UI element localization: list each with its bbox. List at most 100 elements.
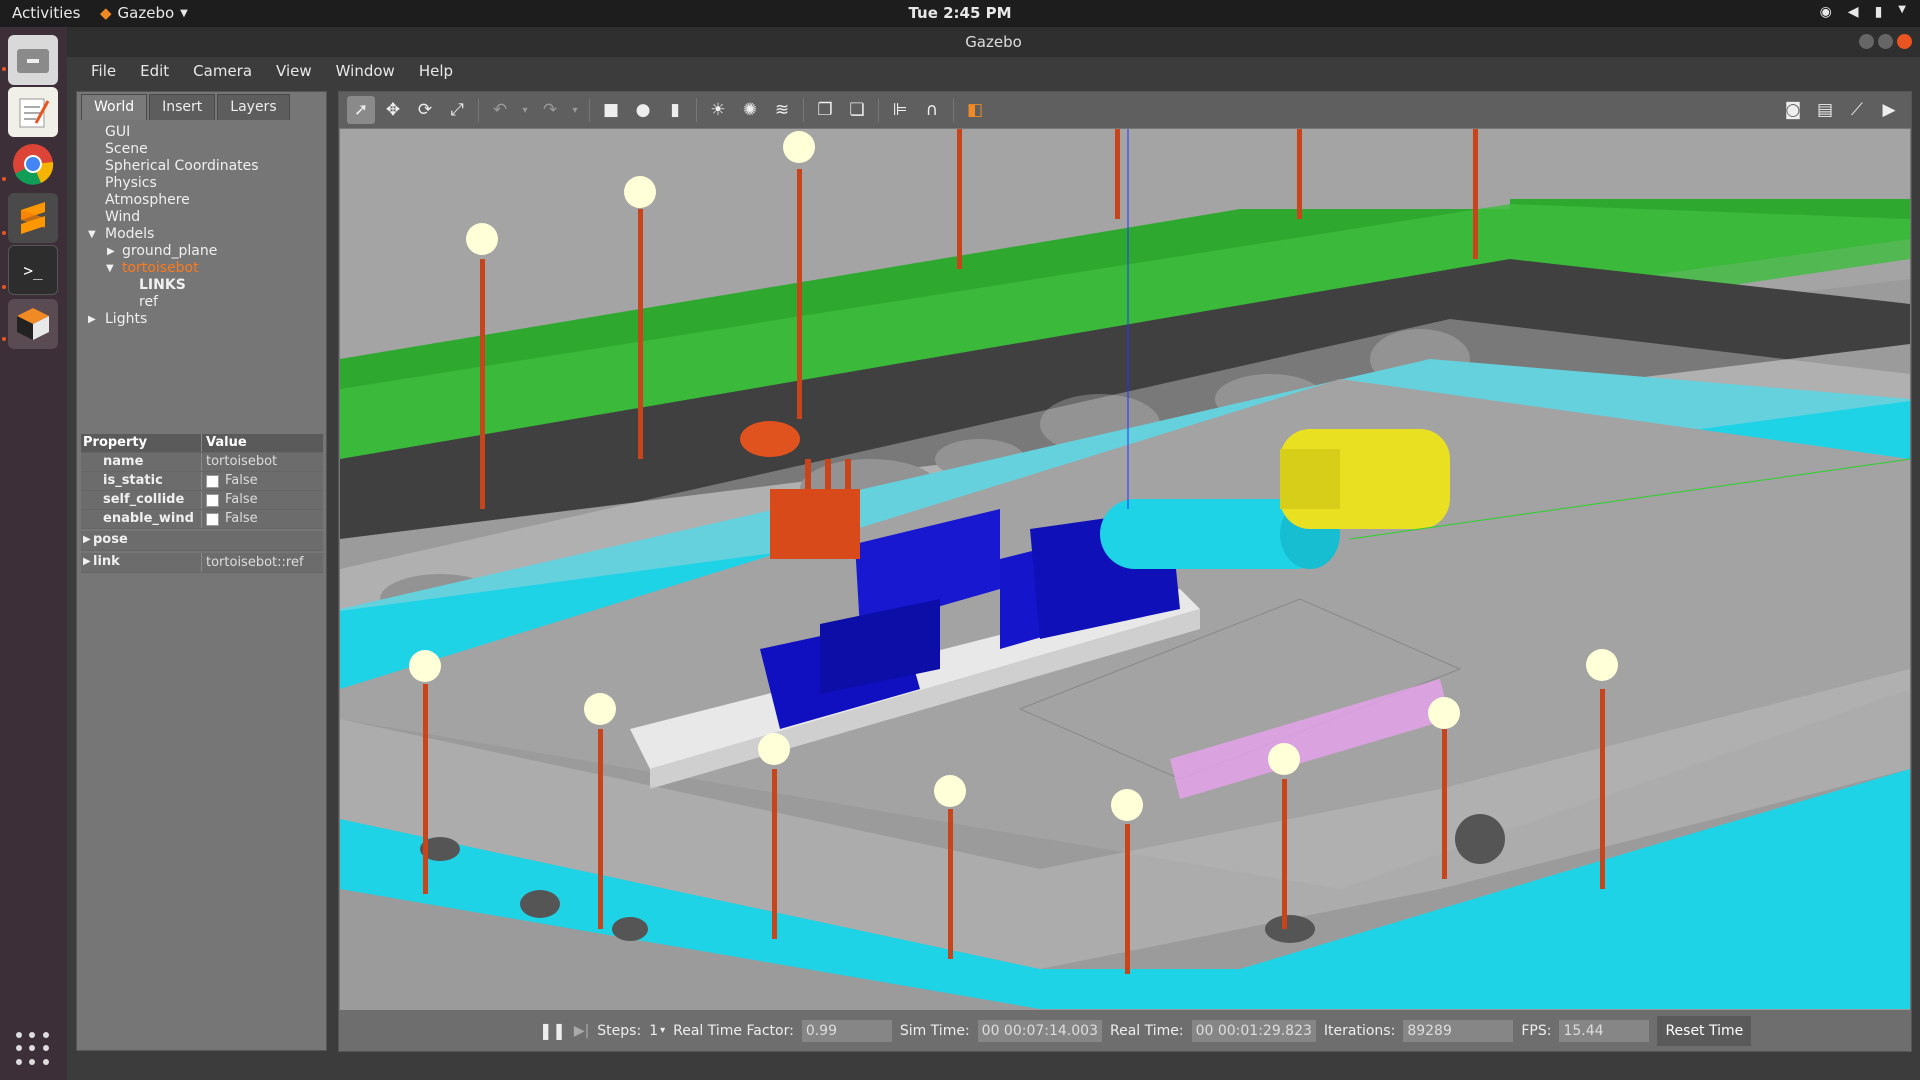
- expand-down-icon[interactable]: ▼: [106, 260, 114, 277]
- real-time-value: 00 00:01:29.823: [1191, 1019, 1316, 1042]
- translate-mode-icon[interactable]: ✥: [379, 96, 407, 124]
- undo-history-chevron-icon[interactable]: ▾: [518, 96, 532, 124]
- clock[interactable]: Tue 2:45 PM: [0, 4, 1920, 22]
- enable-wind-checkbox[interactable]: [206, 512, 219, 526]
- sublime-app-icon[interactable]: [8, 193, 58, 243]
- tree-item-ref[interactable]: ref: [77, 294, 326, 311]
- drawer-icon: [17, 49, 49, 73]
- tree-item-ground-plane[interactable]: ▶ ground_plane: [77, 243, 326, 260]
- tree-item-lights[interactable]: ▶ Lights: [77, 311, 326, 328]
- property-table: Property Value name tortoisebot is_stati…: [81, 434, 323, 573]
- terminal-app-icon[interactable]: >_: [8, 245, 58, 295]
- rtf-label: Real Time Factor:: [673, 1022, 794, 1039]
- tree-item-atmosphere[interactable]: Atmosphere: [77, 192, 326, 209]
- chevron-down-icon[interactable]: ▾: [660, 1025, 665, 1036]
- menu-help[interactable]: Help: [407, 62, 465, 80]
- snap-icon[interactable]: ∩: [918, 96, 946, 124]
- menu-window[interactable]: Window: [324, 62, 407, 80]
- screenshot-camera-icon[interactable]: ◙: [1779, 96, 1807, 124]
- tab-layers[interactable]: Layers: [217, 94, 290, 120]
- property-group-pose[interactable]: ▶ pose: [81, 531, 323, 551]
- toolbar-divider: [696, 98, 697, 122]
- copy-icon[interactable]: ❐: [811, 96, 839, 124]
- self-collide-checkbox[interactable]: [206, 493, 219, 507]
- expand-down-icon[interactable]: ▼: [88, 226, 96, 243]
- chrome-app-icon[interactable]: [8, 139, 58, 189]
- expand-right-icon[interactable]: ▶: [88, 311, 96, 328]
- volume-icon: ◀: [1847, 4, 1859, 20]
- log-record-icon[interactable]: ▤: [1811, 96, 1839, 124]
- property-row-enable-wind: enable_wind False: [81, 510, 323, 529]
- system-tray[interactable]: ◉ ◀ ▮ ▼: [1820, 4, 1906, 20]
- gazebo-window: Gazebo File Edit Camera View Window Help…: [67, 27, 1920, 1080]
- tree-item-gui[interactable]: GUI: [77, 124, 326, 141]
- expand-right-icon: ▶: [83, 534, 91, 545]
- sphere-shape-icon[interactable]: ●: [629, 96, 657, 124]
- expand-right-icon[interactable]: ▶: [107, 243, 115, 260]
- pose-label: pose: [93, 532, 128, 547]
- tab-world[interactable]: World: [81, 94, 148, 120]
- gazebo-app-icon[interactable]: [8, 299, 58, 349]
- menu-bar: File Edit Camera View Window Help: [67, 57, 1920, 85]
- menu-camera[interactable]: Camera: [181, 62, 264, 80]
- maximize-button[interactable]: [1878, 34, 1893, 49]
- tree-item-physics[interactable]: Physics: [77, 175, 326, 192]
- property-column-header: Property: [81, 434, 202, 452]
- tree-item-wind[interactable]: Wind: [77, 209, 326, 226]
- tree-item-models[interactable]: ▼ Models: [77, 226, 326, 243]
- rotate-mode-icon[interactable]: ⟳: [411, 96, 439, 124]
- toolbar-divider: [953, 98, 954, 122]
- files-app-icon[interactable]: [8, 35, 58, 85]
- tree-item-tortoisebot[interactable]: ▼ tortoisebot: [77, 260, 326, 277]
- show-applications-button[interactable]: [16, 1032, 50, 1066]
- yellow-caravan: [1280, 429, 1450, 529]
- gazebo-icon: [17, 308, 49, 340]
- tree-item-ground-plane-label: ground_plane: [122, 243, 218, 259]
- link-group-label: ▶ link: [81, 553, 202, 572]
- close-button[interactable]: [1897, 34, 1912, 49]
- sim-time-value: 00 00:07:14.003: [977, 1019, 1102, 1042]
- align-icon[interactable]: ⊫: [886, 96, 914, 124]
- view-angle-icon[interactable]: ◧: [961, 96, 989, 124]
- redo-icon[interactable]: ↷: [536, 96, 564, 124]
- menu-file[interactable]: File: [79, 62, 128, 80]
- spot-light-icon[interactable]: ✺: [736, 96, 764, 124]
- menu-edit[interactable]: Edit: [128, 62, 181, 80]
- sim-status-bar: ❚❚ ▶| Steps: 1 ▾ Real Time Factor: 0.99 …: [339, 1010, 1911, 1051]
- pose-group-label: ▶ pose: [81, 531, 202, 550]
- tab-insert[interactable]: Insert: [149, 94, 216, 120]
- scale-mode-icon[interactable]: ⤢: [443, 96, 471, 124]
- tree-item-links[interactable]: LINKS: [77, 277, 326, 294]
- left-tabs: World Insert Layers: [77, 92, 326, 120]
- undo-icon[interactable]: ↶: [486, 96, 514, 124]
- tool-bar: ➚ ✥ ⟳ ⤢ ↶ ▾ ↷ ▾ ■ ● ▮ ☀ ✺ ≋ ❐ ❏ ⊫ ∩ ◧ ◙ …: [339, 92, 1911, 128]
- is-static-checkbox[interactable]: [206, 474, 219, 488]
- window-controls: [1859, 34, 1912, 49]
- pause-icon[interactable]: ❚❚: [539, 1021, 566, 1040]
- property-group-link[interactable]: ▶ link tortoisebot::ref: [81, 553, 323, 573]
- paste-icon[interactable]: ❏: [843, 96, 871, 124]
- toolbar-divider: [478, 98, 479, 122]
- redo-history-chevron-icon[interactable]: ▾: [568, 96, 582, 124]
- point-light-icon[interactable]: ☀: [704, 96, 732, 124]
- select-mode-icon[interactable]: ➚: [347, 96, 375, 124]
- box-shape-icon[interactable]: ■: [597, 96, 625, 124]
- menu-view[interactable]: View: [264, 62, 324, 80]
- tree-item-scene[interactable]: Scene: [77, 141, 326, 158]
- step-icon[interactable]: ▶|: [574, 1023, 589, 1039]
- toolbar-divider: [589, 98, 590, 122]
- 3d-scene-view[interactable]: [340, 129, 1910, 1011]
- plot-icon[interactable]: ⟋: [1843, 96, 1871, 124]
- tree-item-lights-label: Lights: [105, 311, 148, 327]
- world-tree: GUI Scene Spherical Coordinates Physics …: [77, 124, 326, 328]
- directional-light-icon[interactable]: ≋: [768, 96, 796, 124]
- text-editor-app-icon[interactable]: [8, 87, 58, 137]
- property-value[interactable]: tortoisebot: [202, 453, 277, 471]
- steps-value[interactable]: 1: [649, 1023, 658, 1039]
- window-titlebar[interactable]: Gazebo: [67, 27, 1920, 57]
- minimize-button[interactable]: [1859, 34, 1874, 49]
- reset-time-button[interactable]: Reset Time: [1657, 1015, 1752, 1046]
- video-record-icon[interactable]: ▶: [1875, 96, 1903, 124]
- cylinder-shape-icon[interactable]: ▮: [661, 96, 689, 124]
- tree-item-spherical[interactable]: Spherical Coordinates: [77, 158, 326, 175]
